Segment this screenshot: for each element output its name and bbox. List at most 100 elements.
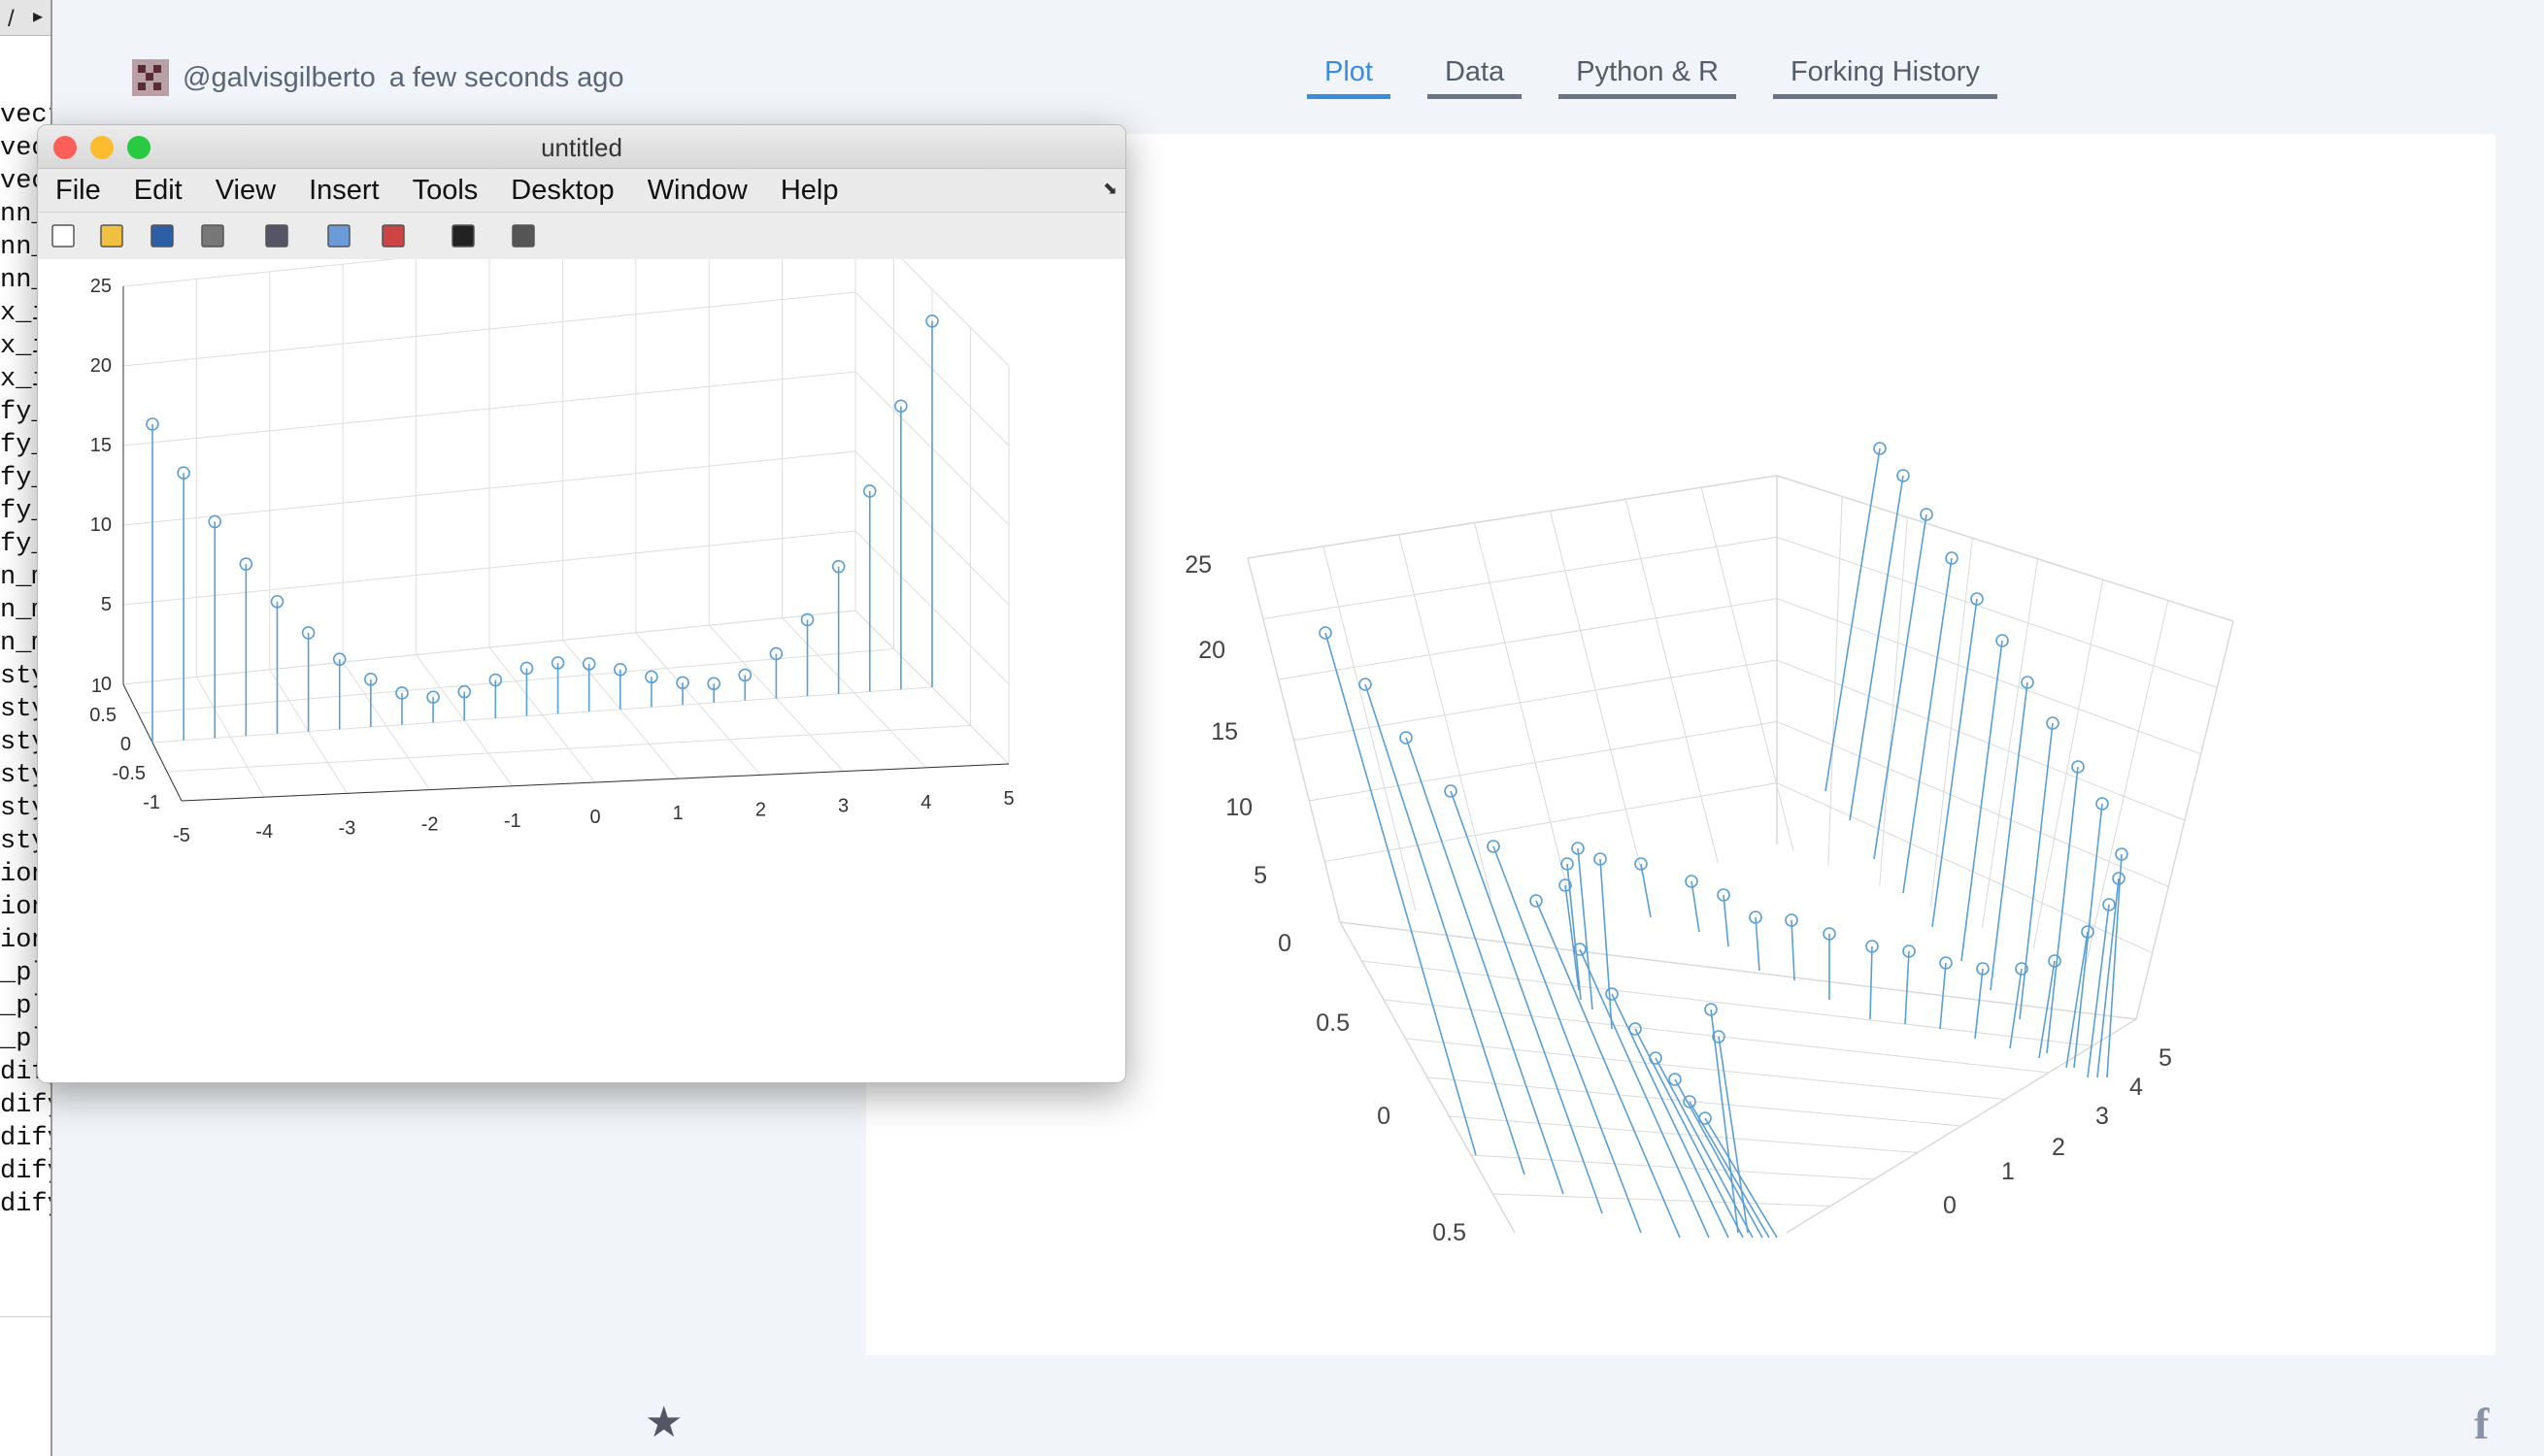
divider [0,1316,50,1317]
menu-edit[interactable]: Edit [134,175,183,207]
line [1293,659,1778,741]
z-tick-label: 5 [101,594,112,615]
line [1278,598,1778,680]
stem-line [1873,513,1927,860]
editor-toolbar: / ▸ [0,0,50,36]
property-editor-icon[interactable] [510,222,537,249]
tab-plot[interactable]: Plot [1307,56,1390,99]
username-link[interactable]: @galvisgilberto [183,62,376,94]
facebook-share-icon[interactable]: f [2474,1398,2489,1449]
editor-line: dify_ [0,1157,50,1186]
window-title: untitled [541,133,622,162]
editor-line: dify_ [0,1190,50,1219]
stem-line [1723,894,1729,947]
dock-arrow-icon[interactable]: ⬊ [1103,179,1118,199]
line [1262,536,1778,619]
z-tick-label: 25 [90,276,112,297]
z-tick-label: 0 [1278,930,1291,957]
y-tick-label: 0.5 [89,705,117,726]
stem-line [1535,900,1681,1239]
stem-line [1960,640,2003,962]
x-tick-label: 0 [1943,1192,1957,1219]
menu-file[interactable]: File [55,175,101,207]
window-titlebar[interactable]: untitled [38,125,1125,169]
stem-line [1674,1078,1763,1239]
stem-line [2087,904,2110,1078]
save-icon[interactable] [149,222,176,249]
z-tick-label: 15 [1211,718,1238,745]
stem-line [1710,1009,1739,1234]
x-tick-label: 3 [2095,1103,2109,1130]
line [2084,600,2169,970]
colorbar-icon[interactable] [325,222,352,249]
y-tick-label: 0 [1377,1103,1390,1130]
y-tick-label: 0.5 [1316,1009,1350,1037]
menu-tools[interactable]: Tools [413,175,479,207]
path-separator: / [8,6,15,32]
menu-view[interactable]: View [216,175,276,207]
z-tick-label: 10 [90,514,112,536]
line [1309,720,1778,802]
stem-line [1704,1117,1778,1239]
matlab-axes-area[interactable]: -5 -4 -3 -2 -1 0 1 2 3 4 5 1 0.5 0 -0.5 -1 25 20 15 10 5 0 [38,212,1125,1082]
line [1322,546,1417,910]
matlab-3d-stem-chart[interactable]: -5 -4 -3 -2 -1 0 1 2 3 4 510.50-0.5-12520151050 [38,212,1125,1082]
line [1247,475,1778,559]
line [1470,1154,1875,1180]
x-tick-label: 0 [589,807,600,828]
x-tick-label: 5 [1003,788,1014,810]
x-axis-line [181,763,1010,802]
x-tick-label: -2 [421,814,439,836]
stem-line [1690,880,1700,933]
line [1776,475,2234,622]
menu-desktop[interactable]: Desktop [511,175,614,207]
x-tick-label: 1 [673,803,684,824]
stem-line [1655,1057,1754,1239]
timestamp: a few seconds ago [388,61,624,93]
stem-line [1849,475,1904,821]
link-icon[interactable] [263,222,290,249]
open-icon[interactable] [98,222,125,249]
line [1776,536,2218,688]
x-tick-label: -4 [255,821,273,843]
line [1405,1038,2006,1100]
stem-line [2073,803,2103,1069]
menu-window[interactable]: Window [648,175,748,207]
avatar[interactable] [132,59,169,96]
line [1776,720,2169,887]
y-tick-label: 0.5 [1432,1219,1466,1246]
new-figure-icon[interactable] [50,222,77,249]
menu-help[interactable]: Help [781,175,839,207]
stem-line [1755,916,1760,972]
tab-data[interactable]: Data [1426,56,1523,99]
z-tick-label: 20 [1198,637,1225,664]
z-tick-label: 5 [1254,862,1267,889]
z-tick-label: 10 [1225,794,1253,821]
x-tick-label: -5 [173,825,190,846]
legend-icon[interactable] [380,222,407,249]
y-tick-label: -1 [143,792,160,813]
print-icon[interactable] [199,222,226,249]
tab-python-r[interactable]: Python & R [1558,56,1736,99]
stem-line [2009,968,2023,1049]
x-tick-label: 1 [2001,1158,2015,1185]
figure-toolbar [38,213,1125,260]
menu-bar: File Edit View Insert Tools Desktop Window Help… [38,169,1125,213]
line [1981,558,2039,928]
pointer-icon[interactable] [450,222,477,249]
z-tick-label: 20 [90,355,112,377]
menu-insert[interactable]: Insert [309,175,380,207]
star-icon[interactable]: ★ [645,1398,683,1447]
tab-forking-history[interactable]: Forking History [1772,56,1997,99]
matlab-figure-window[interactable]: untitled File Edit View Insert Tools Desktop W… [37,124,1126,1083]
view-tabs: Plot Data Python & R Forking History [1307,56,2034,99]
editor-line: dify_ [0,1091,50,1120]
expand-arrow-icon[interactable]: ▸ [33,4,43,28]
y-tick-label: -0.5 [113,763,146,784]
line [1324,782,1778,862]
z-tick-label: 15 [90,435,112,456]
stem-line [1791,919,1795,981]
z-tick-label: 25 [1185,551,1212,579]
editor-line: dify_ [0,1124,50,1153]
x-tick-label: 4 [921,792,931,813]
